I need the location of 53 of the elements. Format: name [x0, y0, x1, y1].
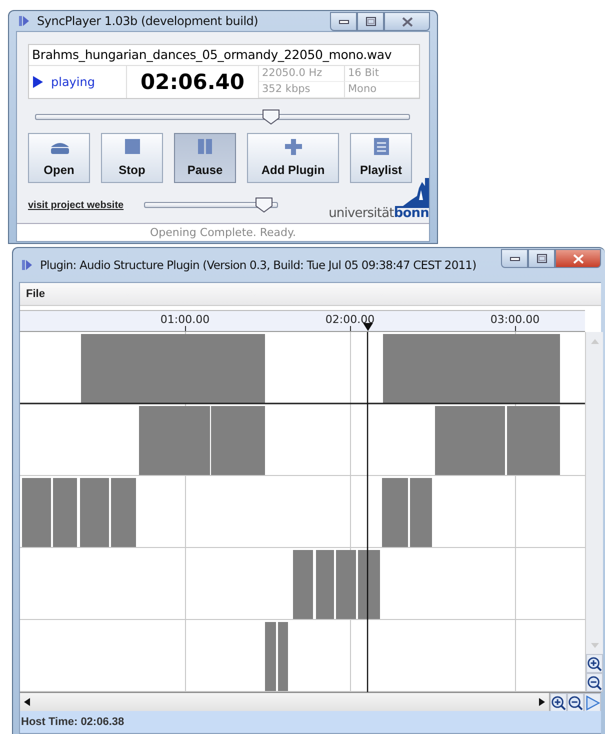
zoom-in-button[interactable]	[550, 693, 567, 712]
tick-label: 02:00.00	[324, 313, 376, 326]
logo-drawing	[395, 178, 429, 208]
bitrate: 352 kbps	[259, 82, 344, 98]
play-button[interactable]	[584, 693, 601, 712]
minimize-icon	[510, 256, 520, 260]
close-button[interactable]	[555, 249, 601, 268]
stop-button[interactable]: Stop	[101, 133, 163, 183]
slider-thumb[interactable]	[262, 109, 280, 125]
horizontal-scrollbar[interactable]	[20, 693, 550, 711]
slider-thumb[interactable]	[255, 197, 274, 213]
zoom-out-button[interactable]	[567, 693, 584, 712]
close-icon	[402, 16, 412, 26]
playhead-marker	[362, 323, 373, 331]
window-title: Plugin: Audio Structure Plugin (Version 0.3, Build: Tue Jul 05 09:38:47 CEST 2011)	[40, 258, 478, 272]
status-bar: Host Time: 02:06.38	[20, 711, 601, 733]
minimize-button[interactable]	[501, 249, 528, 268]
playlist-button[interactable]: Playlist	[350, 133, 412, 183]
bit-depth: 16 Bit	[344, 66, 419, 82]
scroll-left-icon	[23, 697, 31, 707]
volume-slider[interactable]	[144, 197, 278, 213]
maximize-icon	[366, 17, 376, 26]
status-bar: Opening Complete. Ready.	[17, 223, 429, 241]
minimize-icon	[338, 20, 348, 24]
scroll-right-icon	[538, 697, 546, 707]
logo-text: universitätbonn	[328, 208, 429, 220]
app-icon	[21, 259, 33, 271]
sample-rate: 22050.0 Hz	[259, 66, 344, 82]
channel-mode: Mono	[344, 82, 419, 98]
play-icon	[33, 76, 43, 88]
app-icon	[18, 15, 30, 27]
maximize-button[interactable]	[528, 249, 555, 268]
position-slider[interactable]	[35, 109, 410, 125]
close-button[interactable]	[384, 12, 430, 31]
pause-button[interactable]: Pause	[174, 133, 236, 183]
add-button[interactable]: Add Plugin	[247, 133, 339, 183]
close-icon	[572, 254, 584, 264]
website-link[interactable]: visit project website	[28, 200, 124, 210]
maximize-icon	[536, 254, 546, 263]
window-title: SyncPlayer 1.03b (development build)	[37, 14, 260, 28]
minimize-button[interactable]	[330, 12, 357, 31]
tick-label: 01:00.00	[159, 313, 211, 326]
playback-state: playing	[51, 75, 95, 89]
add-icon	[282, 138, 304, 156]
time-display: 02:06.40	[127, 66, 259, 98]
tick-label: 03:00.00	[489, 313, 541, 326]
vertical-scrollbar[interactable]	[585, 332, 603, 692]
open-button[interactable]: Open	[28, 133, 90, 183]
file-name: Brahms_hungarian_dances_05_ormandy_22050_mono.wav	[29, 45, 419, 66]
menu-item[interactable]: File	[26, 288, 45, 300]
zoom-in-button[interactable]	[586, 654, 603, 673]
maximize-button[interactable]	[357, 12, 384, 31]
zoom-out-button[interactable]	[586, 673, 603, 692]
